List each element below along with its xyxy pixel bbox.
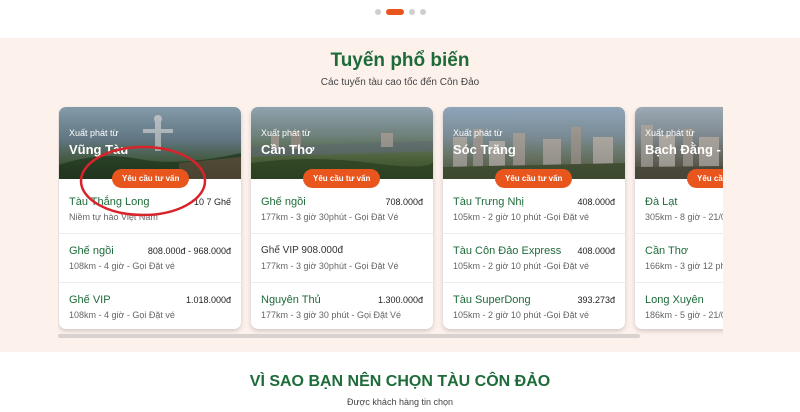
route-carousel[interactable]: Xuất phát từ Vũng Tàu Yêu cầu tư vấn Tàu… bbox=[58, 106, 723, 338]
ship-name: Tàu Côn Đảo Express bbox=[453, 245, 562, 257]
carousel-dot-2-active[interactable] bbox=[385, 9, 404, 15]
route-meta: 108km - 4 giờ - Gọi Đặt vé bbox=[69, 310, 175, 320]
route-row[interactable]: Tàu Côn Đảo Express 408.000đ 105km - 2 g… bbox=[443, 234, 625, 283]
route-card-soc-trang[interactable]: Xuất phát từ Sóc Trăng Yêu cầu tư vấn Tà… bbox=[443, 107, 625, 329]
carousel-dots bbox=[0, 9, 800, 15]
carousel-dot-4[interactable] bbox=[419, 9, 426, 15]
why-subtitle: Được khách hàng tin chọn bbox=[347, 397, 453, 407]
destination-name: Long Xuyên bbox=[645, 294, 704, 306]
departure-city: Cần Thơ bbox=[261, 142, 315, 157]
route-meta: 108km - 4 giờ - Gọi Đặt vé bbox=[69, 261, 175, 271]
seat-type: Nguyên Thủ bbox=[261, 294, 321, 306]
consult-request-button[interactable]: Yêu cầu tư vấn bbox=[112, 169, 190, 188]
seat-type: Ghế VIP 908.000đ bbox=[261, 245, 344, 256]
carousel-scrollbar[interactable] bbox=[58, 334, 640, 338]
route-meta: 305km - 8 giờ - 21/0 bbox=[645, 212, 723, 222]
ship-name: Tàu Thắng Long bbox=[69, 196, 150, 208]
route-row[interactable]: Tàu Thắng Long 10 7 Ghế Niềm tự hào Việt… bbox=[59, 185, 241, 234]
route-card-bach-dang[interactable]: Xuất phát từ Bạch Đằng - Sài Gòn Yêu cầu… bbox=[635, 107, 723, 329]
price: 1.300.000đ bbox=[377, 295, 423, 305]
route-row[interactable]: Ghế ngồi 808.000đ - 968.000đ 108km - 4 g… bbox=[59, 234, 241, 283]
price: 10 7 Ghế bbox=[193, 197, 231, 207]
section-title: Tuyến phổ biến bbox=[330, 50, 470, 71]
route-card-can-tho[interactable]: Xuất phát từ Cần Thơ Yêu cầu tư vấn Ghế … bbox=[251, 107, 433, 329]
route-meta: Niềm tự hào Việt Nam bbox=[69, 212, 158, 222]
departure-city: Vũng Tàu bbox=[69, 142, 129, 157]
departure-city: Bạch Đằng - Sài Gòn bbox=[645, 142, 723, 157]
destination-name: Cần Thơ bbox=[645, 245, 689, 257]
seat-type: Ghế ngồi bbox=[69, 245, 114, 257]
route-meta: 105km - 2 giờ 10 phút -Gọi Đặt vé bbox=[453, 310, 589, 320]
price: 393.273đ bbox=[577, 295, 615, 305]
route-row[interactable]: Nguyên Thủ 1.300.000đ 177km - 3 giờ 30 p… bbox=[251, 283, 433, 329]
route-row[interactable]: Long Xuyên 186km - 5 giờ - 21/0 bbox=[635, 283, 723, 329]
destination-name: Đà Lạt bbox=[645, 196, 678, 208]
route-meta: 177km - 3 giờ 30phút - Gọi Đặt Vé bbox=[261, 261, 399, 271]
departure-label: Xuất phát từ bbox=[645, 128, 695, 138]
why-title: VÌ SAO BẠN NÊN CHỌN TÀU CÔN ĐẢO bbox=[249, 373, 551, 390]
seat-type: Ghế ngồi bbox=[261, 196, 306, 208]
route-meta: 105km - 2 giờ 10 phút -Gọi Đặt vé bbox=[453, 261, 589, 271]
seat-type: Ghế VIP bbox=[69, 294, 111, 306]
departure-city: Sóc Trăng bbox=[453, 142, 516, 157]
ship-name: Tàu SuperDong bbox=[453, 294, 531, 306]
route-row[interactable]: Ghế ngồi 708.000đ 177km - 3 giờ 30phút -… bbox=[251, 185, 433, 234]
price: 408.000đ bbox=[577, 246, 615, 256]
price: 808.000đ - 968.000đ bbox=[147, 246, 231, 256]
route-meta: 186km - 5 giờ - 21/0 bbox=[645, 310, 723, 320]
section-subtitle: Các tuyến tàu cao tốc đến Côn Đảo bbox=[320, 77, 480, 88]
route-row[interactable]: Cần Thơ 166km - 3 giờ 12 phút bbox=[635, 234, 723, 283]
top-band bbox=[0, 0, 800, 38]
carousel-dot-1[interactable] bbox=[374, 9, 381, 15]
departure-label: Xuất phát từ bbox=[261, 128, 311, 138]
price: 408.000đ bbox=[577, 197, 615, 207]
price: 1.018.000đ bbox=[185, 295, 231, 305]
route-row[interactable]: Ghế VIP 1.018.000đ 108km - 4 giờ - Gọi Đ… bbox=[59, 283, 241, 329]
route-meta: 166km - 3 giờ 12 phút bbox=[645, 261, 723, 271]
ship-name: Tàu Trưng Nhị bbox=[453, 196, 524, 208]
consult-request-button[interactable]: Yêu cầu tư vấn bbox=[495, 169, 573, 188]
departure-label: Xuất phát từ bbox=[453, 128, 503, 138]
carousel-dot-3[interactable] bbox=[408, 9, 415, 15]
route-meta: 177km - 3 giờ 30 phút - Gọi Đặt Vé bbox=[261, 310, 401, 320]
route-meta: 177km - 3 giờ 30phút - Gọi Đặt Vé bbox=[261, 212, 399, 222]
consult-request-button[interactable]: Yêu cầu tư vấn bbox=[687, 169, 723, 188]
price: 708.000đ bbox=[385, 197, 423, 207]
route-meta: 105km - 2 giờ 10 phút -Gọi Đặt vé bbox=[453, 212, 589, 222]
route-row[interactable]: Đà Lạt 305km - 8 giờ - 21/0 bbox=[635, 185, 723, 234]
route-row[interactable]: Tàu Trưng Nhị 408.000đ 105km - 2 giờ 10 … bbox=[443, 185, 625, 234]
departure-label: Xuất phát từ bbox=[69, 128, 119, 138]
route-card-vung-tau[interactable]: Xuất phát từ Vũng Tàu Yêu cầu tư vấn Tàu… bbox=[59, 107, 241, 329]
route-row[interactable]: Ghế VIP 908.000đ 177km - 3 giờ 30phút - … bbox=[251, 234, 433, 283]
consult-request-button[interactable]: Yêu cầu tư vấn bbox=[303, 169, 381, 188]
route-row[interactable]: Tàu SuperDong 393.273đ 105km - 2 giờ 10 … bbox=[443, 283, 625, 329]
